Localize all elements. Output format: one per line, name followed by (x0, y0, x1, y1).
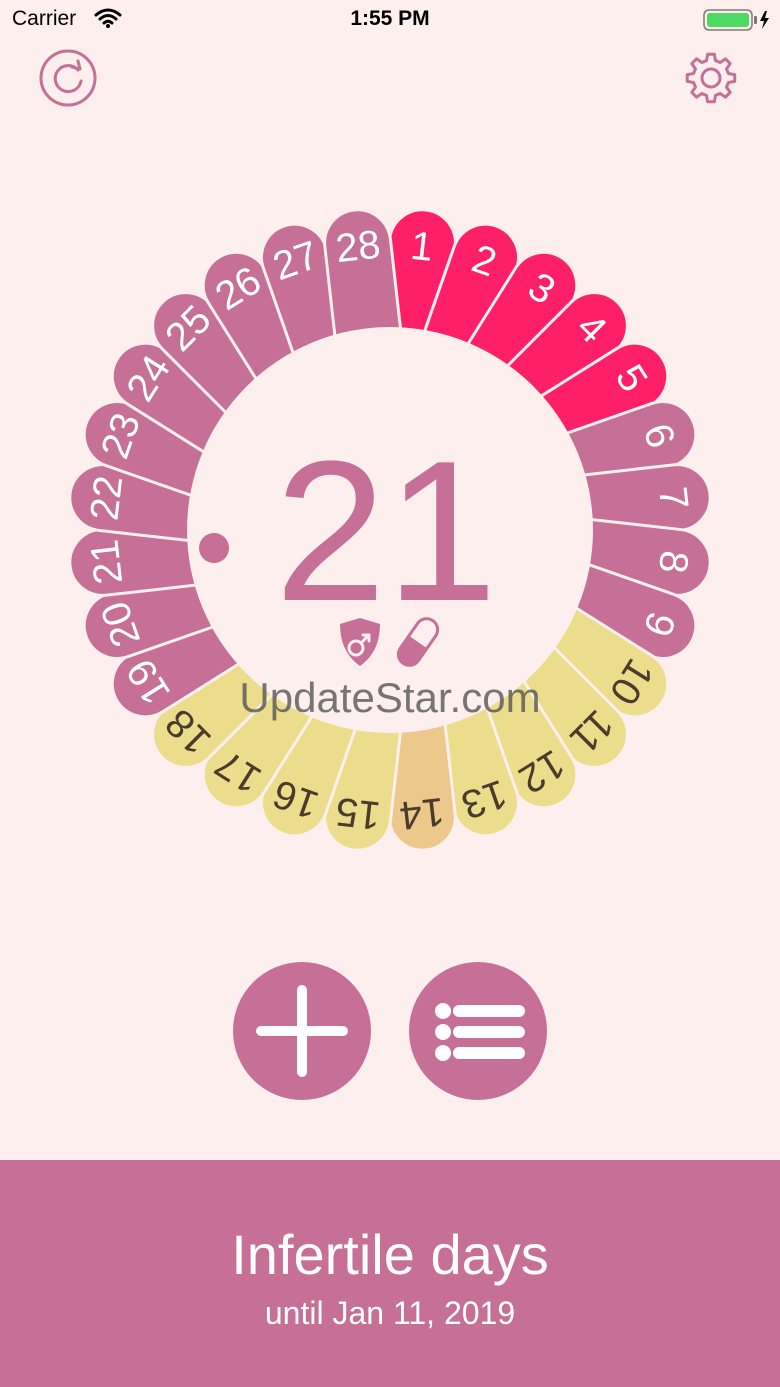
status-subtitle: until Jan 11, 2019 (264, 1295, 516, 1331)
clock-label: 1:55 PM (350, 7, 430, 30)
cycle-status-footer: Infertile days until Jan 11, 2019 (0, 1160, 780, 1387)
refresh-icon (39, 49, 97, 107)
status-title: Infertile days (231, 1223, 549, 1286)
add-entry-button[interactable] (233, 962, 371, 1100)
status-bar: Carrier 1:55 PM (0, 0, 780, 40)
cycle-day-label: 28 (334, 222, 383, 271)
list-button[interactable] (409, 962, 547, 1100)
cycle-wheel: 1 234567891011121314151617181920212223242… (68, 208, 712, 852)
settings-button[interactable] (681, 48, 741, 108)
list-icon (435, 1003, 525, 1061)
cycle-day-label: 22 (82, 474, 131, 523)
current-cycle-day: 21 (275, 420, 497, 643)
cycle-day-label: 14 (397, 789, 446, 838)
refresh-button[interactable] (38, 48, 98, 108)
cycle-day-label: 21 (82, 537, 131, 586)
watermark-text: UpdateStar.com (239, 674, 540, 721)
cycle-day-label: 15 (334, 789, 383, 838)
current-day-dot (199, 533, 229, 563)
plus-icon (256, 985, 348, 1077)
gear-icon (685, 52, 737, 104)
battery-icon (703, 9, 773, 36)
